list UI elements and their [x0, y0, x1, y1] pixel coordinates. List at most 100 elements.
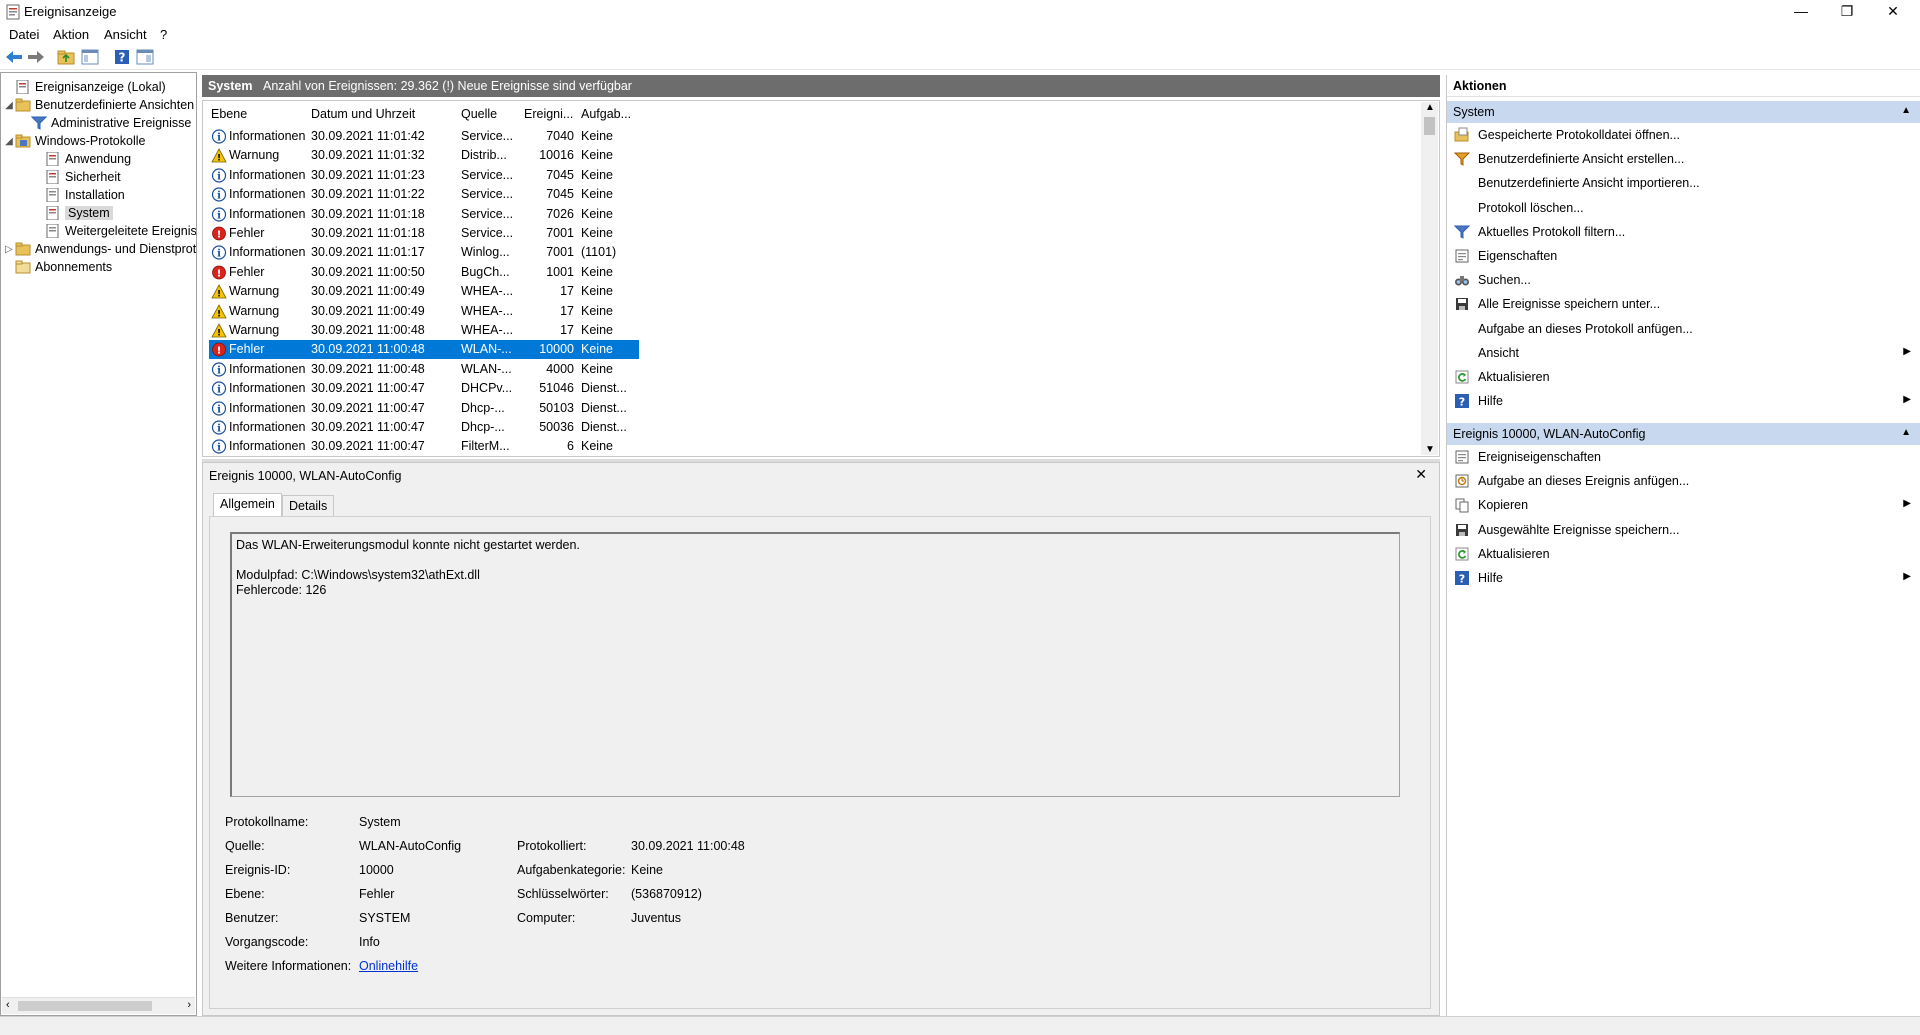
- action-kopieren[interactable]: Kopieren ▶: [1447, 495, 1920, 515]
- event-row[interactable]: i Informationen 30.09.2021 11:01:23 Service…: [209, 166, 639, 185]
- event-row[interactable]: i Informationen 30.09.2021 11:01:42 Service…: [209, 127, 639, 146]
- tree-item-application[interactable]: Anwendung: [45, 150, 131, 168]
- tab-details[interactable]: Details: [282, 495, 335, 517]
- scrollbar-thumb[interactable]: [1424, 117, 1435, 135]
- help-icon: ?: [1454, 393, 1470, 409]
- event-row[interactable]: i Informationen 30.09.2021 11:01:22 Service…: [209, 185, 639, 204]
- event-row[interactable]: i Informationen 30.09.2021 11:01:17 Winlog.…: [209, 243, 639, 262]
- scroll-up-icon[interactable]: ▲: [1425, 102, 1435, 113]
- forward-arrow-icon[interactable]: [26, 48, 46, 66]
- tree-item-admin-events[interactable]: Administrative Ereignisse: [31, 114, 191, 132]
- menu-help[interactable]: ?: [160, 27, 167, 42]
- event-row[interactable]: ! Warnung 30.09.2021 11:00:49 WHEA-... 17 Kei…: [209, 282, 639, 301]
- show-hide-tree-icon[interactable]: [80, 48, 100, 66]
- close-icon[interactable]: ✕: [1415, 466, 1427, 483]
- tree-item-subscriptions[interactable]: Abonnements: [15, 258, 112, 276]
- online-help-link[interactable]: Onlinehilfe: [359, 959, 418, 973]
- event-list-scrollbar[interactable]: ▲ ▼: [1421, 102, 1438, 455]
- tree-item-setup[interactable]: Installation: [45, 186, 125, 204]
- action-protokoll-löschen[interactable]: Protokoll löschen...: [1447, 198, 1920, 218]
- column-header-task[interactable]: Aufgab...: [581, 107, 631, 121]
- action-eigenschaften[interactable]: Eigenschaften: [1447, 246, 1920, 266]
- action-gespeicherte-protokolldatei-öffnen[interactable]: Gespeicherte Protokolldatei öffnen...: [1447, 125, 1920, 145]
- scrollbar-thumb[interactable]: [18, 1001, 152, 1011]
- event-row[interactable]: ! Fehler 30.09.2021 11:00:50 BugCh... 1001 Ke…: [209, 263, 639, 282]
- actions-group-event[interactable]: Ereignis 10000, WLAN-AutoConfig ▲: [1447, 423, 1920, 445]
- scroll-right-icon[interactable]: ›: [187, 999, 191, 1011]
- event-row[interactable]: ! Fehler 30.09.2021 11:00:48 WLAN-... 10000 K…: [209, 340, 639, 360]
- cell-source: Distrib...: [461, 148, 507, 163]
- open-log-icon: [1454, 127, 1470, 143]
- column-header-source[interactable]: Quelle: [461, 107, 497, 121]
- tree-item-forwarded[interactable]: Weitergeleitete Ereignisse: [45, 222, 196, 240]
- value-level: Fehler: [359, 887, 395, 901]
- warning-icon: !: [211, 148, 227, 164]
- svg-text:!: !: [217, 329, 221, 339]
- action-ausgewählte-ereignisse-speichern[interactable]: Ausgewählte Ereignisse speichern...: [1447, 520, 1920, 540]
- save-icon: [1454, 296, 1470, 312]
- action-alle-ereignisse-speichern-unter[interactable]: Alle Ereignisse speichern unter...: [1447, 294, 1920, 314]
- cell-source: Service...: [461, 187, 514, 202]
- menu-datei[interactable]: Datei: [9, 27, 39, 42]
- action-hilfe[interactable]: ? Hilfe ▶: [1447, 568, 1920, 588]
- action-label: Kopieren: [1478, 498, 1529, 513]
- minimize-button[interactable]: —: [1778, 0, 1824, 24]
- collapse-caret-icon[interactable]: ▲: [1901, 427, 1911, 438]
- action-benutzerdefinierte-ansicht-importieren[interactable]: Benutzerdefinierte Ansicht importieren..…: [1447, 173, 1920, 193]
- action-ansicht[interactable]: Ansicht ▶: [1447, 343, 1920, 363]
- event-row[interactable]: i Informationen 30.09.2021 11:01:18 Service…: [209, 205, 639, 224]
- cell-date: 30.09.2021 11:00:47: [311, 439, 425, 454]
- collapse-caret-icon[interactable]: ▲: [1901, 105, 1911, 116]
- action-aktualisieren[interactable]: Aktualisieren: [1447, 367, 1920, 387]
- tree-item-custom-views[interactable]: ◢ Benutzerdefinierte Ansichten: [3, 96, 194, 114]
- actions-group-system[interactable]: System ▲: [1447, 101, 1920, 123]
- tree-item-app-services[interactable]: ▷ Anwendungs- und Dienstprotokolle: [3, 240, 196, 258]
- event-row[interactable]: i Informationen 30.09.2021 11:00:47 Dhcp-..…: [209, 399, 639, 418]
- column-header-level[interactable]: Ebene: [211, 107, 247, 121]
- column-header-date[interactable]: Datum und Uhrzeit: [311, 107, 415, 121]
- action-hilfe[interactable]: ? Hilfe ▶: [1447, 391, 1920, 411]
- tree-item-system[interactable]: System: [45, 204, 113, 222]
- expand-chevron-icon[interactable]: ◢: [3, 136, 15, 147]
- cell-level: Informationen: [229, 167, 306, 182]
- event-row[interactable]: ! Warnung 30.09.2021 11:01:32 Distrib... 100…: [209, 146, 639, 165]
- action-aufgabe-an-dieses-ereignis-anfügen[interactable]: Aufgabe an dieses Ereignis anfügen...: [1447, 471, 1920, 491]
- event-row[interactable]: i Informationen 30.09.2021 11:00:47 Dhcp-..…: [209, 418, 639, 437]
- back-arrow-icon[interactable]: [4, 48, 24, 66]
- collapse-chevron-icon[interactable]: ▷: [3, 244, 15, 255]
- action-aufgabe-an-dieses-protokoll-anfügen[interactable]: Aufgabe an dieses Protokoll anfügen...: [1447, 319, 1920, 339]
- detail-title: Ereignis 10000, WLAN-AutoConfig: [209, 469, 402, 483]
- action-aktualisieren[interactable]: Aktualisieren: [1447, 544, 1920, 564]
- event-row[interactable]: i Informationen 30.09.2021 11:00:47 FilterM…: [209, 437, 639, 456]
- event-row[interactable]: ! Fehler 30.09.2021 11:01:18 Service... 7001…: [209, 224, 639, 243]
- tab-general[interactable]: Allgemein: [213, 493, 282, 517]
- action-suchen[interactable]: Suchen...: [1447, 270, 1920, 290]
- cell-level: Informationen: [229, 187, 306, 202]
- event-row[interactable]: ! Warnung 30.09.2021 11:00:49 WHEA-... 17 Kei…: [209, 302, 639, 321]
- folder-icon: [15, 98, 31, 112]
- action-ereigniseigenschaften[interactable]: Ereigniseigenschaften: [1447, 447, 1920, 467]
- tree-item-windows-logs[interactable]: ◢ Windows-Protokolle: [3, 132, 145, 150]
- show-action-pane-icon[interactable]: [135, 48, 155, 66]
- cell-event-id: 50103: [539, 400, 574, 415]
- event-row[interactable]: i Informationen 30.09.2021 11:00:48 WLAN-..…: [209, 360, 639, 379]
- label-opcode: Vorgangscode:: [225, 935, 309, 949]
- help-icon[interactable]: ?: [112, 48, 132, 66]
- menu-ansicht[interactable]: Ansicht: [104, 27, 147, 42]
- event-row[interactable]: ! Warnung 30.09.2021 11:00:48 WHEA-... 17 Kei…: [209, 321, 639, 340]
- expand-chevron-icon[interactable]: ◢: [3, 100, 15, 111]
- event-description[interactable]: Das WLAN-Erweiterungsmodul konnte nicht …: [230, 532, 1400, 797]
- scroll-left-icon[interactable]: ‹: [6, 999, 10, 1011]
- tree-horizontal-scrollbar[interactable]: ‹ ›: [2, 997, 195, 1014]
- scroll-down-icon[interactable]: ▼: [1425, 444, 1435, 455]
- tree-item-security[interactable]: Sicherheit: [45, 168, 121, 186]
- close-window-button[interactable]: ✕: [1870, 0, 1916, 24]
- restore-button[interactable]: ❐: [1824, 0, 1870, 24]
- action-benutzerdefinierte-ansicht-erstellen[interactable]: Benutzerdefinierte Ansicht erstellen...: [1447, 149, 1920, 169]
- tree-item-root[interactable]: Ereignisanzeige (Lokal): [3, 78, 166, 96]
- action-aktuelles-protokoll-filtern[interactable]: Aktuelles Protokoll filtern...: [1447, 222, 1920, 242]
- menu-aktion[interactable]: Aktion: [53, 27, 89, 42]
- folder-up-icon[interactable]: [56, 48, 76, 66]
- event-row[interactable]: i Informationen 30.09.2021 11:00:47 DHCPv..…: [209, 379, 639, 398]
- column-header-event-id[interactable]: Ereigni...: [524, 107, 573, 121]
